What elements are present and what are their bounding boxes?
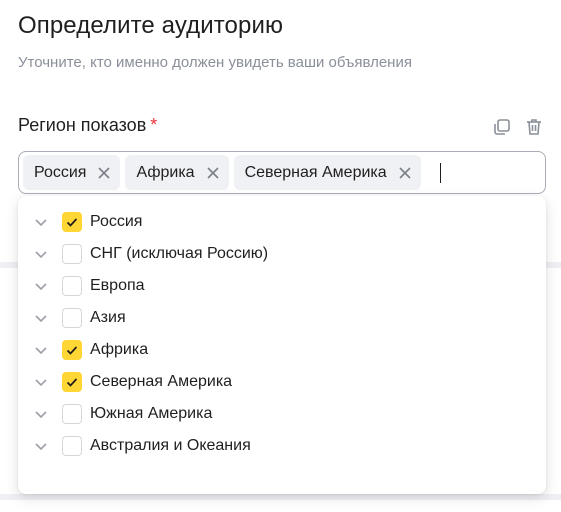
region-dropdown: Россия СНГ (исключая Россию) Европа Азия… [18,196,546,494]
close-icon[interactable] [397,165,413,181]
checkbox[interactable] [62,244,82,264]
list-item-label: Азия [90,309,126,326]
checkbox[interactable] [62,212,82,232]
check-icon [66,378,78,387]
list-item-label: Африка [90,341,149,358]
close-icon[interactable] [96,165,112,181]
chip-africa: Африка [125,155,229,190]
chip-russia: Россия [23,155,121,190]
list-item[interactable]: Австралия и Океания [18,430,546,462]
chevron-down-icon[interactable] [32,213,50,231]
field-actions [491,116,545,138]
chevron-down-icon[interactable] [32,373,50,391]
chevron-down-icon[interactable] [32,405,50,423]
checkbox[interactable] [62,436,82,456]
checkbox[interactable] [62,340,82,360]
list-item-label: Южная Америка [90,405,213,422]
chip-north-america: Северная Америка [233,155,421,190]
region-field-label: Регион показов * [18,115,157,136]
list-item-label: Северная Америка [90,373,233,390]
chevron-down-icon[interactable] [32,309,50,327]
checkbox[interactable] [62,276,82,296]
list-item-label: СНГ (исключая Россию) [90,245,269,262]
list-item-label: Австралия и Океания [90,437,251,454]
list-item[interactable]: Европа [18,270,546,302]
region-tag-input[interactable]: Россия Африка Северная Америка [18,151,546,194]
list-item[interactable]: СНГ (исключая Россию) [18,238,546,270]
checkbox[interactable] [62,404,82,424]
list-item[interactable]: Африка [18,334,546,366]
check-icon [66,346,78,355]
close-icon[interactable] [205,165,221,181]
text-caret [439,162,441,183]
list-item-label: Россия [90,213,143,230]
page-title: Определите аудиторию [18,12,284,39]
list-item[interactable]: Россия [18,206,546,238]
list-item-label: Европа [90,277,145,294]
required-mark: * [150,115,158,135]
list-item[interactable]: Азия [18,302,546,334]
trash-icon[interactable] [523,116,545,138]
chip-label: Россия [34,163,87,181]
region-field-label-text: Регион показов [18,115,147,135]
chevron-down-icon[interactable] [32,245,50,263]
check-icon [66,218,78,227]
chevron-down-icon[interactable] [32,437,50,455]
list-item[interactable]: Южная Америка [18,398,546,430]
chip-label: Северная Америка [244,163,387,181]
page-subtitle: Уточните, кто именно должен увидеть ваши… [18,54,412,71]
background-divider [0,494,561,500]
checkbox[interactable] [62,372,82,392]
copy-icon[interactable] [491,116,513,138]
chip-label: Африка [136,163,195,181]
chevron-down-icon[interactable] [32,341,50,359]
list-item[interactable]: Северная Америка [18,366,546,398]
chevron-down-icon[interactable] [32,277,50,295]
checkbox[interactable] [62,308,82,328]
